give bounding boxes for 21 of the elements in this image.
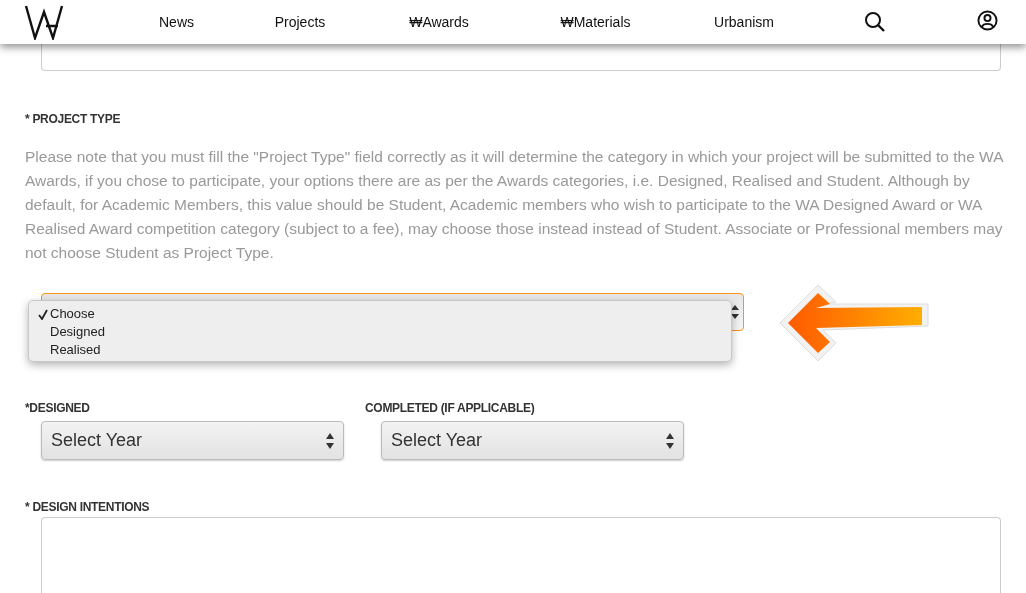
field-label: COMPLETED (IF APPLICABLE) xyxy=(365,400,536,417)
field-label: * PROJECT TYPE xyxy=(25,111,122,128)
updown-arrows-icon xyxy=(731,305,739,319)
field-label: *DESIGNED xyxy=(25,400,91,417)
dropdown-option[interactable]: Designed xyxy=(50,322,105,342)
nav-link[interactable]: Projects xyxy=(239,11,361,33)
search-icon[interactable] xyxy=(864,11,886,33)
nav-link[interactable]: ₩Materials xyxy=(517,11,674,33)
nav-link[interactable]: Urbanism xyxy=(674,11,814,33)
field-label: * DESIGN INTENTIONS xyxy=(25,499,150,516)
nav-link[interactable]: News xyxy=(114,11,239,33)
nav-link[interactable]: ₩Awards xyxy=(361,11,517,33)
project-type-note: Please note that you must fill the "Project Type" field correctly as it will determine the category in which your project will be submitted to the WA Awards, if you chose to participate, your options there are as per the Awards categories, i.e. Designed, Realised and Student. Although by default, for Academic Members, this value should be Student, Academic members who wish to participate to the WA Designed Award or WA Realised Award competition category (subject to a fee), may choose those instead instead of Student. Associate or Professional members may not choose Student as Project Type. xyxy=(25,147,1005,263)
updown-arrows-icon xyxy=(666,432,674,449)
dropdown-option[interactable]: Choose xyxy=(50,304,95,324)
updown-arrows-icon xyxy=(326,432,334,449)
logo-icon[interactable] xyxy=(24,4,66,40)
user-account-icon[interactable] xyxy=(977,10,998,31)
year-select[interactable]: Select Year xyxy=(41,421,344,460)
year-select[interactable]: Select Year xyxy=(381,421,684,460)
dropdown-option[interactable]: Realised xyxy=(50,340,101,360)
